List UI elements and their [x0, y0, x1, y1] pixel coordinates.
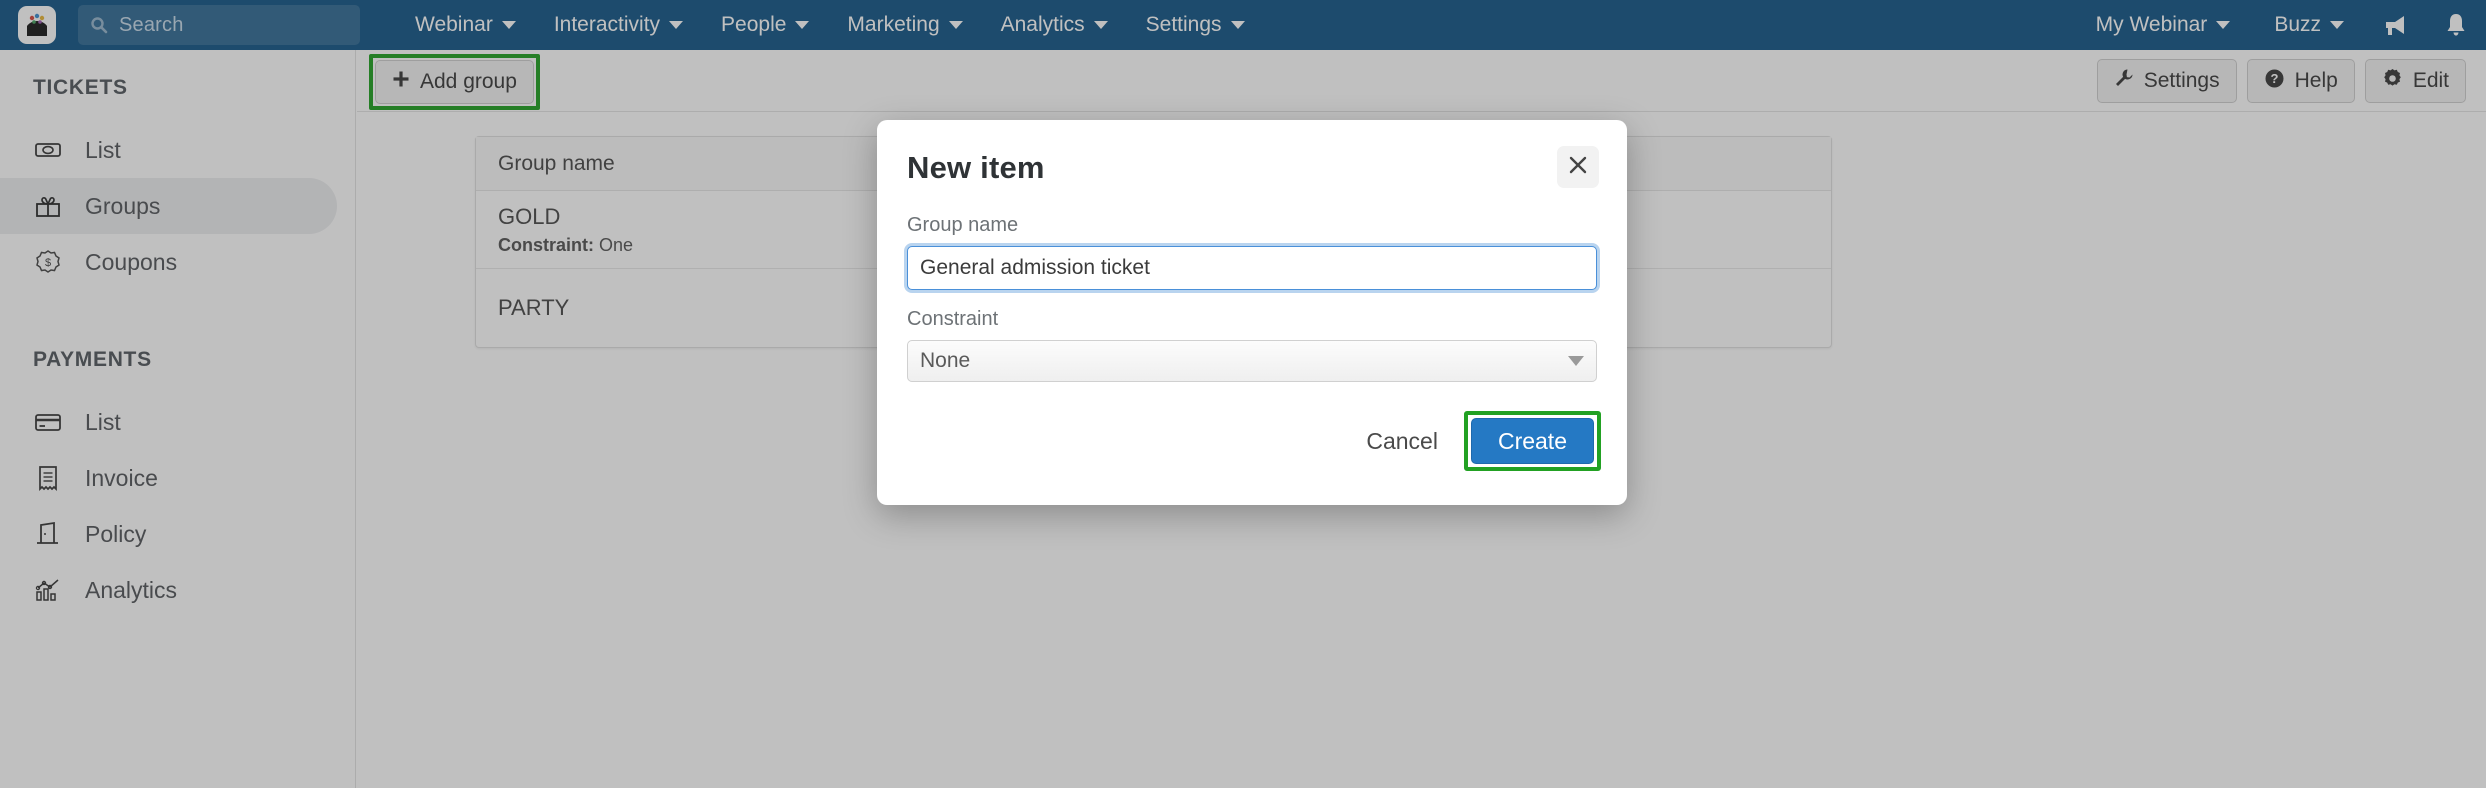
cancel-button[interactable]: Cancel	[1350, 428, 1454, 455]
chevron-down-icon	[1568, 356, 1584, 366]
group-name-label: Group name	[907, 214, 1019, 236]
dialog-title: New item	[907, 150, 1045, 185]
constraint-selected-value: None	[920, 349, 971, 372]
dialog-footer: Cancel Create	[877, 411, 1627, 505]
new-item-dialog: New item Group name Constraint None Canc…	[877, 120, 1627, 505]
constraint-label: Constraint	[907, 308, 999, 330]
close-icon	[1567, 154, 1589, 181]
close-button[interactable]	[1557, 146, 1599, 188]
create-button[interactable]: Create	[1470, 418, 1594, 464]
dialog-body: Group name Constraint None	[877, 188, 1627, 382]
group-name-input[interactable]	[907, 246, 1597, 290]
dialog-header: New item	[877, 120, 1627, 188]
create-button-highlight: Create	[1463, 411, 1601, 471]
constraint-select[interactable]: None	[907, 340, 1597, 382]
